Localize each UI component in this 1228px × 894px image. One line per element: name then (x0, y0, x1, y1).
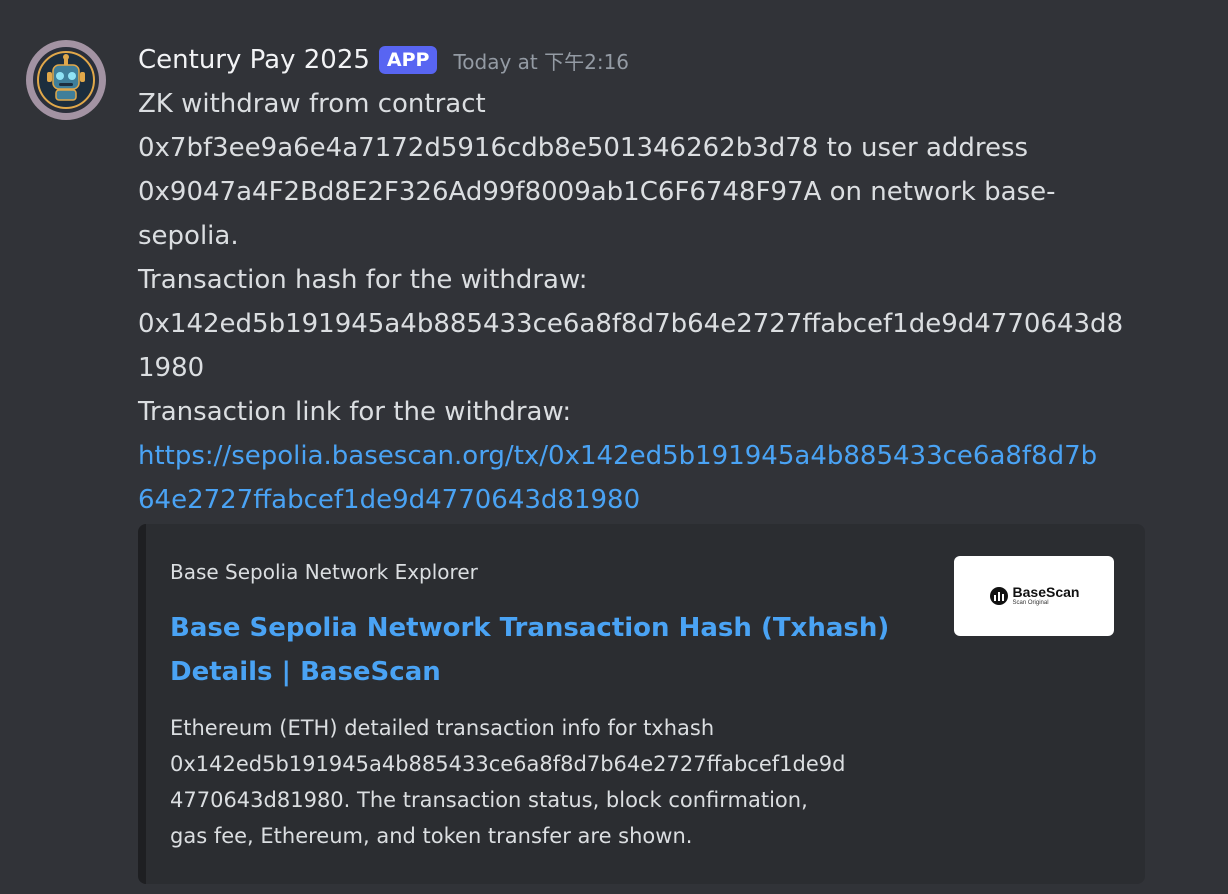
transaction-link[interactable]: https://sepolia.basescan.org/tx/0x142ed5… (138, 434, 1148, 522)
message-timestamp[interactable]: Today at 下午2:16 (453, 46, 629, 75)
transaction-link-line[interactable]: https://sepolia.basescan.org/tx/0x142ed5… (138, 434, 1148, 478)
embed-title-line[interactable]: Base Sepolia Network Transaction Hash (T… (170, 606, 890, 650)
embed-desc-line: 4770643d81980. The transaction status, b… (170, 788, 808, 812)
message-line: 1980 (138, 353, 205, 383)
embed-desc-line: 0x142ed5b191945a4b885433ce6a8f8d7b64e272… (170, 752, 846, 776)
embed-desc-line: gas fee, Ethereum, and token transfer ar… (170, 824, 693, 848)
message-line: Transaction hash for the withdraw: (138, 265, 588, 295)
message-body: ZK withdraw from contract 0x7bf3ee9a6e4a… (138, 82, 1148, 522)
embed-desc-line: Ethereum (ETH) detailed transaction info… (170, 716, 715, 740)
basescan-logo: BaseScan Scan Original (989, 584, 1080, 607)
embed-title-link[interactable]: Base Sepolia Network Transaction Hash (T… (170, 606, 890, 694)
link-embed: Base Sepolia Network Explorer Base Sepol… (138, 524, 1145, 884)
robot-avatar-icon (33, 47, 99, 113)
message-line: ZK withdraw from contract (138, 89, 486, 119)
basescan-logo-icon (989, 587, 1008, 605)
embed-provider[interactable]: Base Sepolia Network Explorer (170, 560, 478, 584)
author-name[interactable]: Century Pay 2025 (138, 45, 370, 75)
message-line: Transaction link for the withdraw: (138, 397, 572, 427)
message-line: sepolia. (138, 221, 239, 251)
thumbnail-subtitle: Scan Original (1012, 600, 1049, 606)
message-header: Century Pay 2025 APP Today at 下午2:16 (138, 38, 1148, 82)
avatar[interactable] (26, 40, 106, 120)
thumbnail-brand: BaseScan (1012, 584, 1080, 600)
embed-description: Ethereum (ETH) detailed transaction info… (170, 710, 920, 854)
transaction-link-line[interactable]: 64e2727ffabcef1de9d4770643d81980 (138, 478, 1148, 522)
embed-title-line[interactable]: Details | BaseScan (170, 650, 890, 694)
embed-thumbnail[interactable]: BaseScan Scan Original (954, 556, 1114, 636)
message-line: 0x142ed5b191945a4b885433ce6a8f8d7b64e272… (138, 309, 1124, 339)
chat-message: Century Pay 2025 APP Today at 下午2:16 ZK … (0, 0, 1228, 894)
message-content: Century Pay 2025 APP Today at 下午2:16 ZK … (138, 38, 1148, 522)
app-badge: APP (378, 46, 438, 74)
message-line: 0x7bf3ee9a6e4a7172d5916cdb8e501346262b3d… (138, 133, 1029, 163)
message-line: 0x9047a4F2Bd8E2F326Ad99f8009ab1C6F6748F9… (138, 177, 1056, 207)
